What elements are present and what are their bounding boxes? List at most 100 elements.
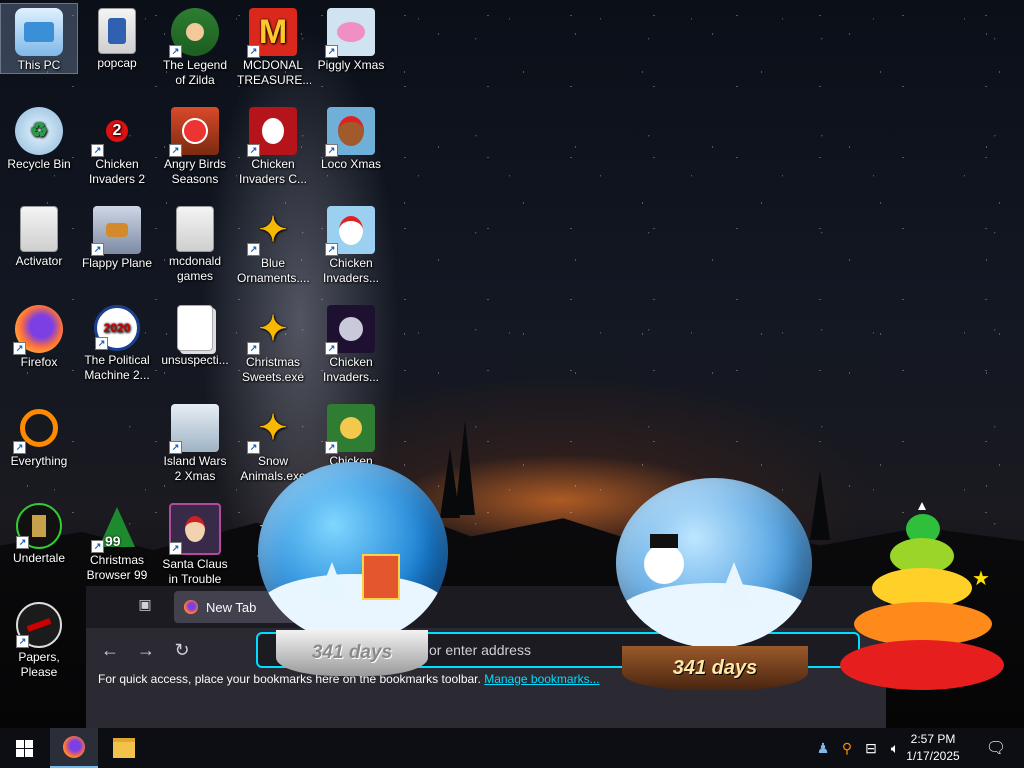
gift-icon xyxy=(362,554,400,600)
forward-button[interactable]: → xyxy=(132,636,160,664)
desktop[interactable]: This PC ♻ Recycle Bin Activator ↗ Firefo… xyxy=(0,0,1024,728)
desktop-icon-chicken-invaders-c[interactable]: ↗ Chicken Invaders C... xyxy=(235,103,311,187)
shortcut-arrow-icon: ↗ xyxy=(247,342,260,355)
windows-logo-icon xyxy=(15,739,33,757)
tray-everything-icon[interactable]: ⚲ xyxy=(836,728,858,768)
desktop-icon-angry-birds[interactable]: ↗ Angry Birds Seasons xyxy=(157,103,233,187)
desktop-icon-undertale[interactable]: ↗ Undertale xyxy=(1,499,77,566)
shortcut-arrow-icon: ↗ xyxy=(325,144,338,157)
desktop-icon-recycle-bin[interactable]: ♻ Recycle Bin xyxy=(1,103,77,172)
tree-icon xyxy=(716,562,752,608)
desktop-icon-loco-xmas[interactable]: ↗ Loco Xmas xyxy=(313,103,389,172)
taskbar-file-explorer[interactable] xyxy=(100,728,148,768)
shortcut-arrow-icon: ↗ xyxy=(325,441,338,454)
zelda-icon: ↗ xyxy=(169,8,219,58)
star-icon xyxy=(918,502,926,510)
desktop-icon-political-machine[interactable]: 2020 ↗ The Political Machine 2... xyxy=(79,301,155,383)
desktop-icon-firefox[interactable]: ↗ Firefox xyxy=(1,301,77,370)
desktop-icon-piggly-xmas[interactable]: ↗ Piggly Xmas xyxy=(313,4,389,73)
snowman-icon xyxy=(644,544,684,584)
taskbar: ♟ ⚲ ⊟ 🔈︎ 2:57 PM 1/17/2025 🗨︎ xyxy=(0,728,1024,768)
papers-please-icon: ↗ xyxy=(16,602,62,648)
back-button[interactable]: ← xyxy=(96,636,124,664)
shortcut-arrow-icon: ↗ xyxy=(325,243,338,256)
star-icon: ★ xyxy=(972,568,990,590)
globe-sphere xyxy=(258,462,448,642)
desktop-icon-mcdonal-treasure[interactable]: M ↗ MCDONAL TREASURE... xyxy=(235,4,311,88)
file-icon xyxy=(177,305,213,351)
manage-bookmarks-link[interactable]: Manage bookmarks... xyxy=(484,672,599,686)
shortcut-arrow-icon: ↗ xyxy=(169,542,182,555)
desktop-icon-santa-claus[interactable]: ↗ Santa Claus in Trouble xyxy=(157,499,233,587)
desktop-icon-chicken-invaders-2[interactable]: 2 ↗ Chicken Invaders 2 xyxy=(79,103,155,187)
folder-icon xyxy=(20,206,58,252)
tray-user-icon[interactable]: ♟ xyxy=(812,728,834,768)
shortcut-arrow-icon: ↗ xyxy=(95,337,108,350)
snow-globe-widget[interactable]: 341 days xyxy=(256,462,452,684)
shortcut-arrow-icon: ↗ xyxy=(247,243,260,256)
shortcut-arrow-icon: ↗ xyxy=(91,540,104,553)
shortcut-arrow-icon: ↗ xyxy=(247,45,260,58)
shortcut-arrow-icon: ↗ xyxy=(16,635,29,648)
reload-button[interactable]: ↻ xyxy=(168,636,196,664)
shortcut-arrow-icon: ↗ xyxy=(169,144,182,157)
shortcut-arrow-icon: ↗ xyxy=(169,441,182,454)
ornaments-icon: ✦ ↗ xyxy=(247,305,297,355)
shortcut-arrow-icon: ↗ xyxy=(13,342,26,355)
snowman-icon: ↗ xyxy=(247,107,297,157)
desktop-icon-this-pc[interactable]: This PC xyxy=(0,3,78,74)
desktop-icon-christmas-sweets[interactable]: ✦ ↗ Christmas Sweets.exe xyxy=(235,301,311,385)
snowman-globe-widget[interactable]: 341 days xyxy=(614,478,816,698)
firefox-icon xyxy=(63,736,85,758)
globe-counter: 341 days xyxy=(276,630,428,676)
desktop-icon-blue-ornaments[interactable]: ✦ ↗ Blue Ornaments.... xyxy=(235,202,311,286)
shortcut-arrow-icon: ↗ xyxy=(13,441,26,454)
taskbar-firefox[interactable] xyxy=(50,728,98,768)
clock-time: 2:57 PM xyxy=(910,732,956,746)
desktop-icon-chicken-invaders-b[interactable]: ↗ Chicken Invaders... xyxy=(313,301,389,385)
desktop-icon-chicken-partial[interactable]: ↗ Chicken xyxy=(313,400,389,469)
ornaments-icon: ✦ ↗ xyxy=(247,206,297,256)
globe-sphere xyxy=(616,478,812,648)
firefox-icon xyxy=(184,600,198,614)
tree-coil xyxy=(840,640,1004,690)
folder-icon xyxy=(176,206,214,252)
hat-icon xyxy=(650,534,678,548)
santa-icon: ↗ xyxy=(169,503,221,555)
magnifier-icon: ↗ xyxy=(13,404,63,454)
monitor-icon xyxy=(15,8,63,56)
globe-snow xyxy=(616,583,812,648)
undertale-icon: ↗ xyxy=(16,503,62,549)
desktop-icon-everything[interactable]: ↗ Everything xyxy=(1,400,77,469)
shortcut-arrow-icon: ↗ xyxy=(247,144,260,157)
network-icon[interactable]: ⊟ xyxy=(860,728,882,768)
tab-overview-icon[interactable]: ▣ xyxy=(136,596,154,614)
desktop-icon-christmas-browser[interactable]: 99 ↗ Christmas Browser 99 xyxy=(79,499,155,583)
bear-icon: ↗ xyxy=(325,107,375,157)
desktop-icon-legend-of-zilda[interactable]: ↗ The Legend of Zilda xyxy=(157,4,233,88)
island-icon: ↗ xyxy=(169,404,219,454)
chicken-icon: ↗ xyxy=(325,305,375,355)
folder-icon xyxy=(113,738,135,758)
tree-icon xyxy=(318,562,346,598)
desktop-icon-activator[interactable]: Activator xyxy=(1,202,77,269)
clock-date: 1/17/2025 xyxy=(906,749,960,763)
desktop-icon-mcdonald-games[interactable]: mcdonald games xyxy=(157,202,233,284)
folder-icon xyxy=(98,8,136,54)
desktop-icon-chicken-invaders-a[interactable]: ↗ Chicken Invaders... xyxy=(313,202,389,286)
political-machine-icon: 2020 ↗ xyxy=(94,305,140,351)
firefox-icon: ↗ xyxy=(13,305,63,355)
christmas-tree-icon: 99 ↗ xyxy=(91,503,141,553)
clock[interactable]: 2:57 PM 1/17/2025 xyxy=(898,731,968,765)
shortcut-arrow-icon: ↗ xyxy=(325,45,338,58)
desktop-icon-popcap[interactable]: popcap xyxy=(79,4,155,71)
christmas-tree-widget[interactable]: ★ xyxy=(832,490,1022,726)
notification-center-icon[interactable]: 🗨︎ xyxy=(976,728,1016,768)
ornaments-icon: ✦ ↗ xyxy=(247,404,297,454)
desktop-icon-island-wars[interactable]: ↗ Island Wars 2 Xmas xyxy=(157,400,233,484)
desktop-icon-flappy-plane[interactable]: ↗ Flappy Plane xyxy=(79,202,155,271)
desktop-icon-unsuspecti[interactable]: unsuspecti... xyxy=(157,301,233,368)
desktop-icon-papers-please[interactable]: ↗ Papers, Please xyxy=(1,598,77,680)
start-button[interactable] xyxy=(0,728,48,768)
shortcut-arrow-icon: ↗ xyxy=(91,144,104,157)
